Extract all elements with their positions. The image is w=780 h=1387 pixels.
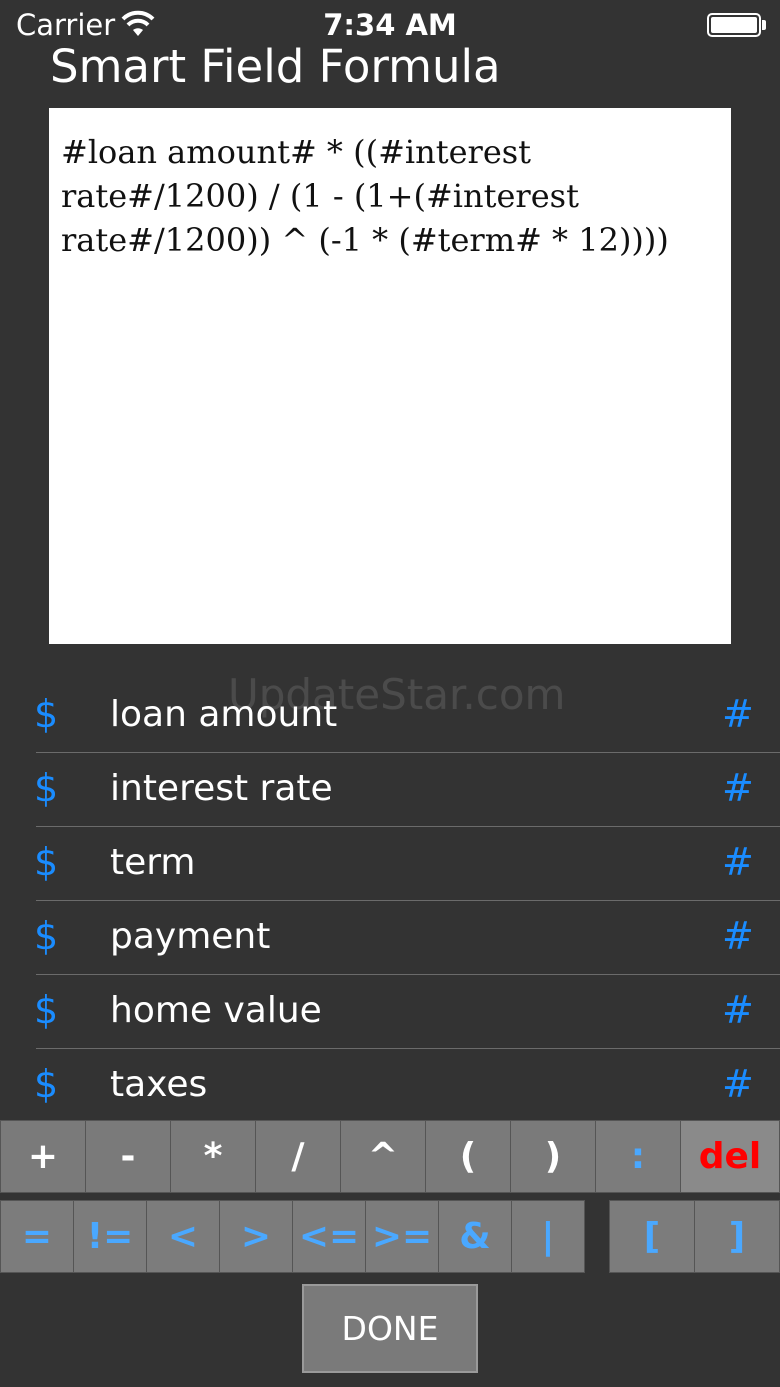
hash-sign-button[interactable]: # <box>722 914 754 958</box>
operator-key-row: + - * / ^ ( ) : del <box>0 1120 780 1193</box>
delete-key[interactable]: del <box>680 1120 780 1193</box>
field-name: loan amount <box>110 694 338 735</box>
hash-sign-button[interactable]: # <box>722 1062 754 1106</box>
power-key[interactable]: ^ <box>340 1120 426 1193</box>
multiply-key[interactable]: * <box>170 1120 256 1193</box>
minus-key[interactable]: - <box>85 1120 171 1193</box>
equals-key[interactable]: = <box>0 1200 74 1273</box>
divide-key[interactable]: / <box>255 1120 341 1193</box>
field-name: term <box>110 842 196 883</box>
field-row-home-value[interactable]: $ home value # <box>34 976 780 1049</box>
status-time: 7:34 AM <box>323 8 457 42</box>
greater-than-key[interactable]: > <box>219 1200 293 1273</box>
dollar-sign-button[interactable]: $ <box>34 914 58 958</box>
field-name: payment <box>110 916 271 957</box>
field-row-term[interactable]: $ term # <box>34 828 780 901</box>
open-paren-key[interactable]: ( <box>425 1120 511 1193</box>
and-key[interactable]: & <box>438 1200 512 1273</box>
colon-key[interactable]: : <box>595 1120 681 1193</box>
hash-sign-button[interactable]: # <box>722 692 754 736</box>
field-row-loan-amount[interactable]: $ loan amount # <box>34 680 780 753</box>
hash-sign-button[interactable]: # <box>722 988 754 1032</box>
not-equals-key[interactable]: != <box>73 1200 147 1273</box>
field-row-taxes[interactable]: $ taxes # <box>34 1050 780 1122</box>
done-button[interactable]: DONE <box>302 1284 478 1373</box>
close-paren-key[interactable]: ) <box>510 1120 596 1193</box>
dollar-sign-button[interactable]: $ <box>34 1062 58 1106</box>
less-equal-key[interactable]: <= <box>292 1200 366 1273</box>
plus-key[interactable]: + <box>0 1120 86 1193</box>
field-list: $ loan amount # $ interest rate # $ term… <box>0 680 780 1123</box>
field-name: home value <box>110 990 322 1031</box>
dollar-sign-button[interactable]: $ <box>34 988 58 1032</box>
field-row-interest-rate[interactable]: $ interest rate # <box>34 754 780 827</box>
less-than-key[interactable]: < <box>146 1200 220 1273</box>
greater-equal-key[interactable]: >= <box>365 1200 439 1273</box>
hash-sign-button[interactable]: # <box>722 840 754 884</box>
field-name: taxes <box>110 1064 208 1105</box>
formula-editor[interactable]: #loan amount# * ((#interest rate#/1200) … <box>49 108 731 644</box>
open-bracket-key[interactable]: [ <box>609 1200 695 1273</box>
or-key[interactable]: | <box>511 1200 585 1273</box>
dollar-sign-button[interactable]: $ <box>34 692 58 736</box>
dollar-sign-button[interactable]: $ <box>34 766 58 810</box>
battery-tip <box>762 20 766 30</box>
close-bracket-key[interactable]: ] <box>694 1200 780 1273</box>
dollar-sign-button[interactable]: $ <box>34 840 58 884</box>
page-title: Smart Field Formula <box>50 40 501 93</box>
comparison-key-row: = != < > <= >= & | [ ] <box>0 1200 780 1273</box>
field-name: interest rate <box>110 768 333 809</box>
field-row-payment[interactable]: $ payment # <box>34 902 780 975</box>
battery-icon <box>707 13 761 37</box>
hash-sign-button[interactable]: # <box>722 766 754 810</box>
